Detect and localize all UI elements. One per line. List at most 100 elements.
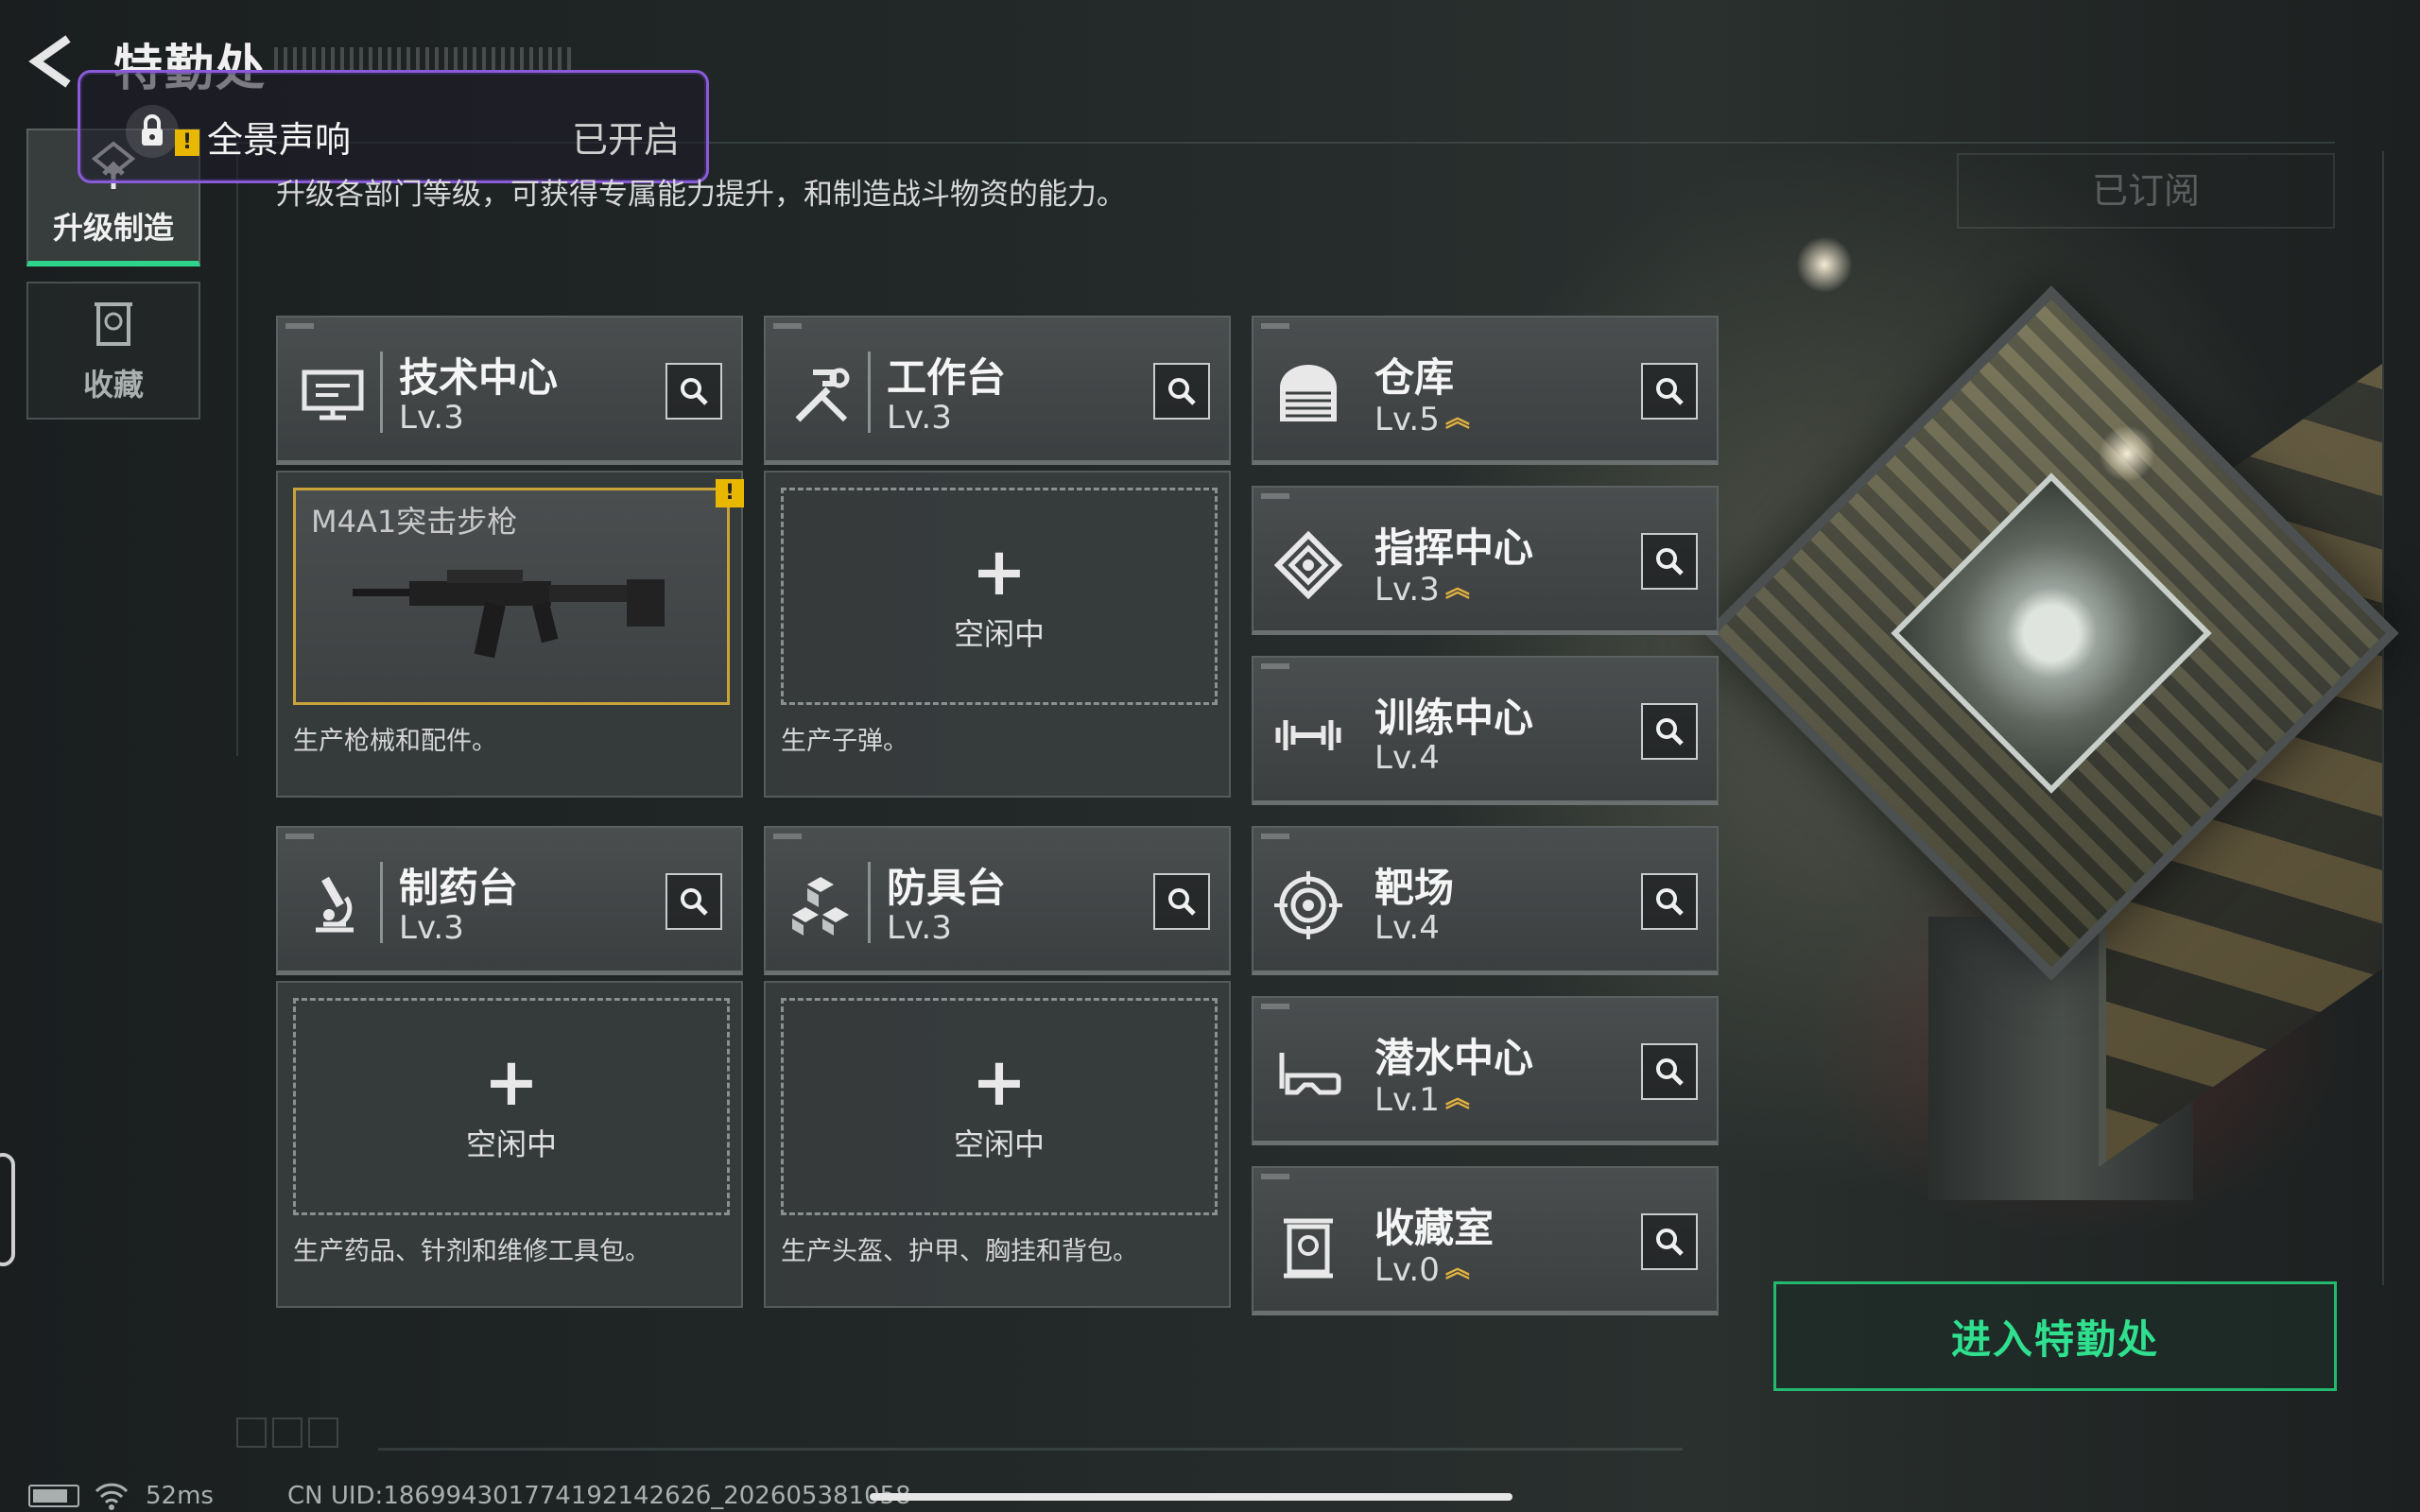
search-button[interactable] <box>1641 363 1698 420</box>
department-pharmacy[interactable]: 制药台 Lv.3 <box>276 826 743 975</box>
production-slot-idle[interactable]: + 空闲中 <box>781 488 1218 705</box>
department-level: Lv.3 <box>887 909 952 947</box>
search-icon <box>681 888 708 916</box>
facility-training-center[interactable]: 训练中心 Lv.4 <box>1252 656 1719 805</box>
sound-label: 全景声响 <box>207 119 352 161</box>
upgrade-available-icon: ︽ <box>1444 575 1470 603</box>
production-panel-pharmacy: + 空闲中 生产药品、针剂和维修工具包。 <box>276 981 743 1308</box>
computer-icon <box>302 369 364 421</box>
target-icon <box>1274 871 1342 939</box>
search-button[interactable] <box>1153 873 1210 930</box>
search-icon <box>1656 718 1684 746</box>
department-tech-center[interactable]: 技术中心 Lv.3 <box>276 316 743 465</box>
title-decoration <box>274 47 577 72</box>
facility-level: Lv.0 ︽ <box>1374 1251 1470 1289</box>
edge-handle[interactable] <box>0 1153 15 1266</box>
department-armor-bench[interactable]: 防具台 Lv.3 <box>764 826 1231 975</box>
facility-diving-center[interactable]: 潜水中心 Lv.1 ︽ <box>1252 996 1719 1145</box>
production-slot-idle[interactable]: + 空闲中 <box>781 998 1218 1215</box>
upgrade-available-icon: ︽ <box>1444 1085 1470 1113</box>
department-level: Lv.3 <box>399 909 464 947</box>
sound-lock-icon <box>126 105 179 158</box>
search-icon <box>1656 548 1684 576</box>
add-icon: + <box>971 1043 1028 1121</box>
warehouse-icon <box>1280 365 1337 421</box>
item-name: M4A1突击步枪 <box>311 504 518 540</box>
search-icon <box>1656 1058 1684 1086</box>
command-icon <box>1273 530 1343 600</box>
armor-boxes-icon <box>792 877 849 936</box>
search-icon <box>1656 888 1684 916</box>
facility-level: Lv.1 ︽ <box>1374 1081 1470 1119</box>
search-button[interactable] <box>1641 873 1698 930</box>
facility-level: Lv.4 <box>1374 909 1440 947</box>
facility-name: 仓库 <box>1374 354 1455 401</box>
rifle-image <box>353 570 665 659</box>
cube-structure <box>1692 236 2399 1200</box>
ping-value: 52ms <box>146 1482 214 1510</box>
facility-command-center[interactable]: 指挥中心 Lv.3 ︽ <box>1252 486 1719 635</box>
warning-badge: ! <box>175 129 199 156</box>
upgrade-available-icon: ︽ <box>1444 1255 1470 1283</box>
facility-warehouse[interactable]: 仓库 Lv.5 ︽ <box>1252 316 1719 465</box>
production-slot-idle[interactable]: + 空闲中 <box>293 998 730 1215</box>
sound-status: 已开启 <box>571 119 680 161</box>
upgrade-available-icon: ︽ <box>1444 404 1470 433</box>
add-icon: + <box>483 1043 540 1121</box>
production-panel-workbench: + 空闲中 生产子弹。 <box>764 471 1231 798</box>
search-icon <box>1656 1228 1684 1256</box>
dumbbell-icon <box>1275 720 1341 750</box>
microscope-icon <box>316 876 354 933</box>
facility-name: 收藏室 <box>1374 1205 1495 1251</box>
collection-icon <box>95 302 132 346</box>
search-icon <box>681 378 708 405</box>
facility-shooting-range[interactable]: 靶场 Lv.4 <box>1252 826 1719 975</box>
department-description: 生产头盔、护甲、胸挂和背包。 <box>781 1237 1138 1266</box>
production-slot-filled[interactable]: M4A1突击步枪 ! <box>293 479 744 705</box>
facility-collection-room[interactable]: 收藏室 Lv.0 ︽ <box>1252 1166 1719 1315</box>
facility-level: Lv.4 <box>1374 739 1440 777</box>
search-button[interactable] <box>1641 703 1698 760</box>
facility-level: Lv.5 ︽ <box>1374 401 1470 438</box>
page-subtitle: 升级各部门等级，可获得专属能力提升，和制造战斗物资的能力。 <box>276 178 1126 212</box>
slot-status: 空闲中 <box>953 1126 1045 1162</box>
tab-upgrade-craft-label: 升级制造 <box>52 210 174 246</box>
search-icon <box>1656 378 1684 405</box>
search-button[interactable] <box>1641 1043 1698 1100</box>
department-name: 技术中心 <box>399 354 559 401</box>
department-workbench[interactable]: 工作台 Lv.3 <box>764 316 1231 465</box>
subscribed-badge: 已订阅 <box>1957 153 2335 229</box>
production-panel-armor: + 空闲中 生产头盔、护甲、胸挂和背包。 <box>764 981 1231 1308</box>
department-description: 生产药品、针剂和维修工具包。 <box>293 1237 650 1266</box>
facility-name: 指挥中心 <box>1374 524 1534 571</box>
back-arrow-icon <box>28 35 71 88</box>
collection-room-icon <box>1284 1218 1333 1279</box>
search-button[interactable] <box>666 873 722 930</box>
tab-collection[interactable]: 收藏 <box>26 282 200 420</box>
facility-name: 潜水中心 <box>1374 1035 1534 1081</box>
department-level: Lv.3 <box>887 399 952 437</box>
search-button[interactable] <box>666 363 722 420</box>
facility-name: 训练中心 <box>1374 695 1534 741</box>
facility-name: 靶场 <box>1374 865 1455 911</box>
tab-collection-label: 收藏 <box>82 367 144 403</box>
search-button[interactable] <box>1641 533 1698 590</box>
department-name: 工作台 <box>887 354 1007 401</box>
home-indicator[interactable] <box>870 1493 1512 1501</box>
warning-badge: ! <box>716 479 744 507</box>
status-bar: 52ms CN UID:18699430177419214262б_202605… <box>28 1480 911 1512</box>
search-button[interactable] <box>1153 363 1210 420</box>
department-description: 生产子弹。 <box>781 727 908 756</box>
search-icon <box>1168 378 1196 405</box>
enter-special-ops-button[interactable]: 进入特勤处 <box>1773 1281 2337 1391</box>
tools-icon <box>795 368 850 422</box>
battery-icon <box>28 1485 79 1507</box>
department-description: 生产枪械和配件。 <box>293 727 497 756</box>
sound-toggle-popup[interactable]: ! 全景声响 已开启 <box>78 70 709 183</box>
enter-button-label: 进入特勤处 <box>1950 1315 2159 1363</box>
decor-squares <box>236 1418 338 1448</box>
facility-level: Lv.3 ︽ <box>1374 571 1470 609</box>
production-panel-tech: M4A1突击步枪 ! 生产枪械和配件。 <box>276 471 744 798</box>
back-button[interactable] <box>25 28 81 94</box>
search-button[interactable] <box>1641 1213 1698 1270</box>
